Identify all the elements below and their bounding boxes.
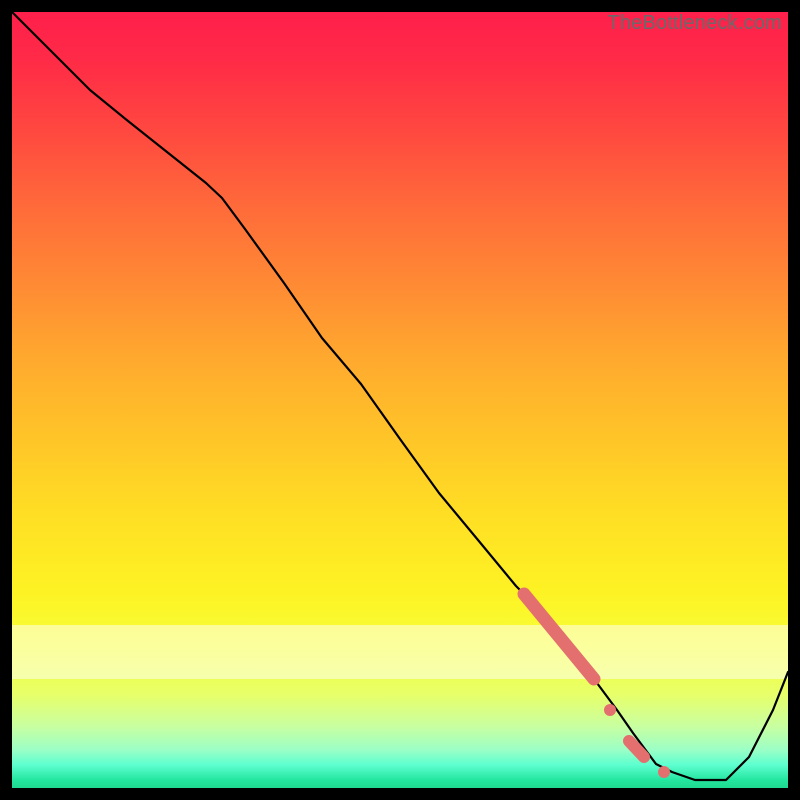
marker-point-c <box>658 766 670 778</box>
bottleneck-curve-path <box>12 12 788 780</box>
plot-area: TheBottleneck.com <box>12 12 788 788</box>
curve-svg <box>12 12 788 788</box>
chart-frame: { "watermark": "TheBottleneck.com", "col… <box>0 0 800 800</box>
highlight-segment <box>524 594 594 679</box>
marker-point-a <box>604 704 616 716</box>
